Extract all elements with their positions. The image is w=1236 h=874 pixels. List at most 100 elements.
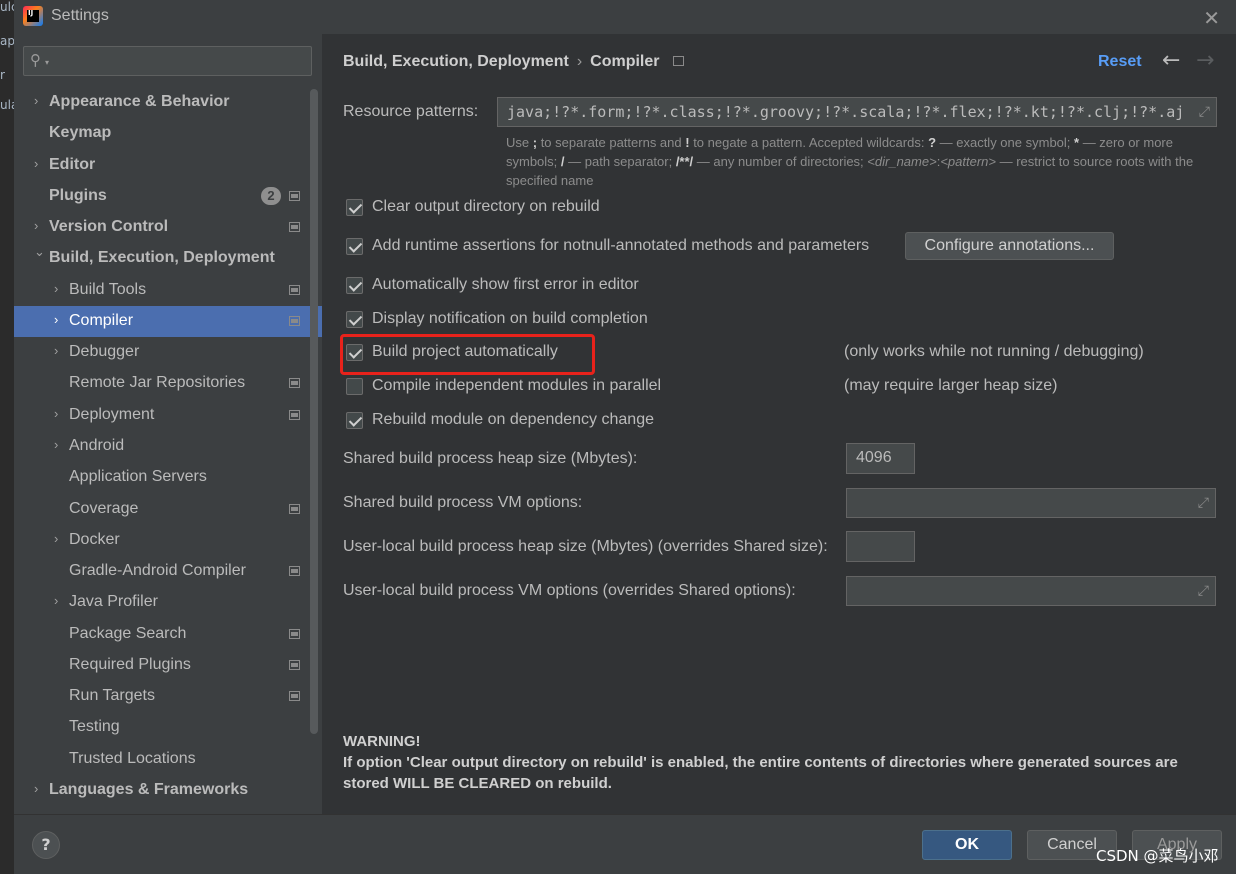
checkbox-checked[interactable] (346, 277, 363, 294)
ok-button[interactable]: OK (922, 830, 1012, 860)
chevron-down-icon: ▾ (45, 58, 50, 67)
checkbox-checked[interactable] (346, 412, 363, 429)
option-label[interactable]: Rebuild module on dependency change (372, 411, 654, 429)
sidebar-item[interactable]: Package Search (14, 619, 322, 650)
project-level-icon (289, 566, 300, 577)
option-label[interactable]: Automatically show first error in editor (372, 276, 639, 294)
sidebar-item[interactable]: Run Targets (14, 681, 322, 712)
sidebar-item-label: Required Plugins (69, 655, 191, 673)
user-heap-input[interactable] (846, 531, 915, 562)
chevron-right-icon[interactable]: › (54, 437, 58, 452)
search-input[interactable]: ⚲ ▾ (23, 46, 312, 76)
sidebar-item[interactable]: › Android (14, 431, 322, 462)
sidebar-item[interactable]: › Docker (14, 525, 322, 556)
checkbox-checked[interactable] (346, 238, 363, 255)
sidebar-item[interactable]: Application Servers (14, 462, 322, 493)
sidebar-scrollbar[interactable] (310, 89, 318, 734)
sidebar-item-label: Version Control (49, 218, 169, 236)
sidebar-item[interactable]: Testing (14, 712, 322, 743)
option-label[interactable]: Compile independent modules in parallel (372, 377, 661, 395)
chevron-right-icon[interactable]: › (34, 218, 38, 233)
project-level-icon (289, 222, 300, 233)
project-level-icon (289, 284, 300, 295)
sidebar-item[interactable]: Gradle-Android Compiler (14, 556, 322, 587)
sidebar-item[interactable]: Coverage (14, 494, 322, 525)
chevron-right-icon[interactable]: › (54, 593, 58, 608)
close-icon[interactable]: ✕ (1203, 6, 1220, 30)
expand-icon[interactable]: ⤢ (1198, 495, 1209, 511)
background-text: r (0, 68, 5, 82)
shared-heap-input[interactable]: 4096 (846, 443, 915, 474)
sidebar-item-label: Debugger (69, 343, 140, 361)
sidebar-item[interactable]: › Appearance & Behavior (14, 87, 322, 118)
shared-vm-input[interactable]: ⤢ (846, 488, 1216, 518)
option-label[interactable]: Add runtime assertions for notnull-annot… (372, 237, 869, 255)
chevron-right-icon[interactable]: › (54, 406, 58, 421)
reset-link[interactable]: Reset (1098, 53, 1142, 71)
forward-arrow-icon: → (1196, 48, 1215, 73)
sidebar-item-label: Build Tools (69, 280, 147, 298)
option-label[interactable]: Clear output directory on rebuild (372, 198, 600, 216)
sidebar-item-label: Trusted Locations (69, 749, 196, 767)
sidebar-item[interactable]: › Deployment (14, 400, 322, 431)
sidebar-item-label: Run Targets (69, 687, 155, 705)
background-window-strip: ulc ap r ula (0, 0, 14, 874)
sidebar-item[interactable]: › Debugger (14, 337, 322, 368)
sidebar-item-label: Appearance & Behavior (49, 93, 230, 110)
chevron-right-icon[interactable]: › (34, 781, 38, 796)
user-vm-input[interactable]: ⤢ (846, 576, 1216, 606)
project-level-icon (289, 503, 300, 514)
expand-icon[interactable]: ⤢ (1198, 583, 1209, 599)
option-note: (only works while not running / debuggin… (844, 343, 1144, 360)
sidebar-item[interactable]: › Compiler (14, 305, 322, 337)
title-bar[interactable]: IJ Settings ✕ (14, 0, 1236, 34)
background-text: ap (0, 34, 14, 48)
expand-icon[interactable]: ⤢ (1199, 104, 1210, 120)
sidebar-item-label: Gradle-Android Compiler (69, 562, 246, 580)
chevron-right-icon[interactable]: › (54, 343, 58, 358)
sidebar-item[interactable]: › Java Profiler (14, 587, 322, 618)
chevron-down-icon[interactable]: ⌄ (34, 244, 45, 260)
project-level-icon (673, 56, 685, 66)
resource-patterns-value: java;!?*.form;!?*.class;!?*.groovy;!?*.s… (507, 103, 1185, 121)
option-label[interactable]: Display notification on build completion (372, 310, 648, 328)
sidebar-item[interactable]: Remote Jar Repositories (14, 368, 322, 399)
resource-patterns-label: Resource patterns: (343, 103, 479, 120)
chevron-right-icon[interactable]: › (54, 312, 58, 327)
chevron-right-icon[interactable]: › (34, 93, 38, 108)
help-button[interactable]: ? (32, 831, 60, 859)
sidebar-item[interactable]: › Editor (14, 150, 322, 181)
sidebar-item-label: Deployment (69, 405, 155, 423)
sidebar-item[interactable]: › Languages & Frameworks (14, 775, 322, 806)
project-level-icon (289, 190, 300, 201)
sidebar-item[interactable]: › Version Control (14, 212, 322, 243)
window-title: Settings (51, 7, 109, 24)
sidebar-item[interactable]: Trusted Locations (14, 744, 322, 775)
chevron-right-icon[interactable]: › (54, 531, 58, 546)
checkbox-checked[interactable] (346, 311, 363, 328)
sidebar-item-label: Coverage (69, 499, 139, 517)
sidebar-item[interactable]: ⌄ Build, Execution, Deployment (14, 243, 322, 274)
watermark: CSDN @菜鸟小邓 (1096, 847, 1219, 865)
sidebar-item-label: Application Servers (69, 468, 207, 486)
sidebar-item-label: Keymap (49, 124, 112, 142)
chevron-right-icon[interactable]: › (34, 156, 38, 171)
sidebar-item[interactable]: Keymap (14, 118, 322, 149)
breadcrumb-parent[interactable]: Build, Execution, Deployment (343, 53, 569, 70)
option-note: (may require larger heap size) (844, 377, 1058, 394)
checkbox-checked[interactable] (346, 199, 363, 216)
resource-patterns-hint: Use ; to separate patterns and ! to nega… (506, 135, 1194, 188)
project-level-icon (289, 378, 300, 389)
shared-vm-label: Shared build process VM options: (343, 494, 583, 511)
sidebar-item-label: Plugins (49, 186, 107, 204)
warning-title: WARNING! (343, 733, 421, 750)
sidebar-item[interactable]: Required Plugins (14, 650, 322, 681)
dialog-footer: ? OK Cancel Apply CSDN @菜鸟小邓 (14, 814, 1236, 874)
checkbox-unchecked[interactable] (346, 378, 363, 395)
resource-patterns-field[interactable]: java;!?*.form;!?*.class;!?*.groovy;!?*.s… (497, 97, 1217, 127)
sidebar-item[interactable]: › Build Tools (14, 275, 322, 306)
back-arrow-icon[interactable]: ← (1162, 48, 1180, 73)
sidebar-item[interactable]: Plugins 2 (14, 181, 322, 212)
configure-annotations-button[interactable]: Configure annotations... (905, 232, 1114, 260)
chevron-right-icon[interactable]: › (54, 281, 58, 296)
